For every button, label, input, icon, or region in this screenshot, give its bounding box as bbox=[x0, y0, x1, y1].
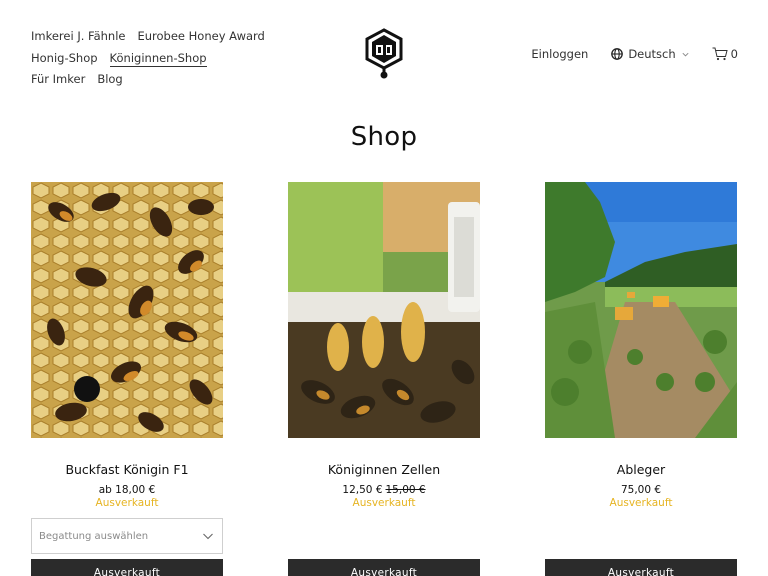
price-current: 12,50 € bbox=[342, 484, 383, 496]
variant-select[interactable]: Begattung auswählen bbox=[31, 518, 223, 554]
product-price: 75,00 € bbox=[545, 484, 737, 496]
stock-status: Ausverkauft bbox=[609, 497, 673, 509]
product-price: ab 18,00 € bbox=[31, 484, 223, 496]
header-actions: Einloggen Deutsch 0 bbox=[531, 47, 738, 61]
product-card: Buckfast Königin F1 ab 18,00 € Ausverkau… bbox=[31, 182, 223, 509]
stock-status: Ausverkauft bbox=[352, 497, 416, 509]
nav-link-eurobee-award[interactable]: Eurobee Honey Award bbox=[137, 26, 264, 48]
logo-icon[interactable] bbox=[363, 28, 405, 80]
product-image-ableger-field[interactable] bbox=[545, 182, 737, 438]
product-name[interactable]: Buckfast Königin F1 bbox=[31, 462, 223, 477]
main-navigation: Imkerei J. Fähnle Eurobee Honey Award Ho… bbox=[31, 26, 265, 91]
nav-link-koeniginnen-shop[interactable]: Königinnen-Shop bbox=[109, 51, 207, 67]
price-current: ab 18,00 € bbox=[98, 484, 156, 496]
globe-icon bbox=[611, 48, 624, 60]
site-header: Imkerei J. Fähnle Eurobee Honey Award Ho… bbox=[0, 0, 768, 110]
cart-icon bbox=[712, 47, 728, 61]
nav-link-fuer-imker[interactable]: Für Imker bbox=[31, 69, 85, 91]
cart-button[interactable]: 0 bbox=[712, 47, 738, 61]
product-card: Ableger 75,00 € Ausverkauft bbox=[545, 182, 737, 509]
product-card: Königinnen Zellen 12,50 €15,00 € Ausverk… bbox=[288, 182, 480, 509]
nav-link-imkerei[interactable]: Imkerei J. Fähnle bbox=[31, 26, 125, 48]
product-name[interactable]: Königinnen Zellen bbox=[288, 462, 480, 477]
stock-status: Ausverkauft bbox=[95, 497, 159, 509]
language-selector[interactable]: Deutsch bbox=[611, 47, 689, 61]
chevron-down-icon bbox=[682, 52, 689, 56]
nav-link-honig-shop[interactable]: Honig-Shop bbox=[31, 48, 98, 70]
product-name[interactable]: Ableger bbox=[545, 462, 737, 477]
sold-out-button[interactable]: Ausverkauft bbox=[545, 559, 737, 576]
page-title: Shop bbox=[350, 122, 418, 152]
login-link[interactable]: Einloggen bbox=[531, 47, 588, 61]
sold-out-button[interactable]: Ausverkauft bbox=[31, 559, 223, 576]
product-image-queen-cells[interactable] bbox=[288, 182, 480, 438]
variant-select-placeholder: Begattung auswählen bbox=[39, 530, 149, 542]
price-current: 75,00 € bbox=[620, 484, 662, 496]
product-image-bees-on-comb[interactable] bbox=[31, 182, 223, 438]
price-old: 15,00 € bbox=[385, 484, 426, 496]
nav-link-blog[interactable]: Blog bbox=[97, 69, 122, 91]
cart-count: 0 bbox=[730, 47, 738, 61]
language-label: Deutsch bbox=[628, 47, 676, 61]
sold-out-button[interactable]: Ausverkauft bbox=[288, 559, 480, 576]
chevron-down-icon bbox=[203, 533, 213, 540]
product-price: 12,50 €15,00 € bbox=[288, 484, 480, 496]
